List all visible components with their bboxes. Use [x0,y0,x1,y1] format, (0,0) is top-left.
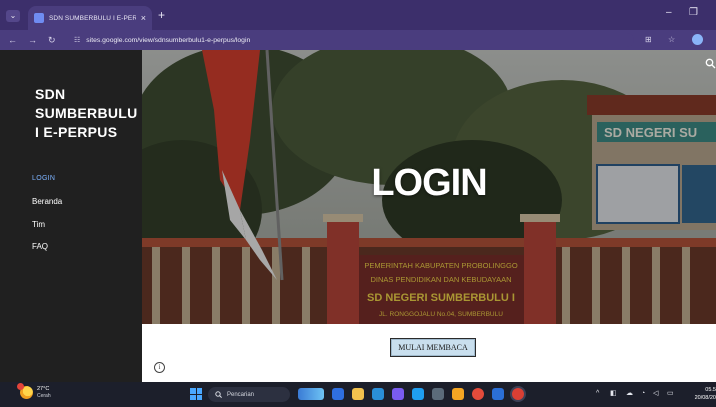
site-settings-icon[interactable]: ☷ [74,36,80,44]
weather-condition: Cerah [37,393,51,399]
weather-widget[interactable]: 27°C Cerah [17,383,51,399]
sidebar-item-faq[interactable]: FAQ [32,242,48,251]
mail-icon[interactable] [412,388,424,400]
site-name[interactable]: SDN SUMBERBULU I E-PERPUS [35,85,137,142]
translate-icon[interactable]: ⊞ [645,34,652,46]
file-explorer-icon[interactable] [352,388,364,400]
app-icon[interactable] [452,388,464,400]
store-icon[interactable] [392,388,404,400]
restore-icon[interactable]: ❐ [689,8,698,18]
search-icon [215,391,222,398]
sidebar-item-login[interactable]: LOGIN [32,175,55,182]
show-hidden-icons-icon[interactable]: ^ [596,389,599,399]
info-icon[interactable]: i [154,362,165,373]
task-view-icon[interactable] [332,388,344,400]
site-favicon-icon [34,13,44,23]
forward-icon[interactable]: → [28,34,37,46]
battery-icon[interactable]: ▭ [667,389,674,399]
tab-menu-icon[interactable]: ⌄ [6,10,20,22]
sidebar-item-beranda[interactable]: Beranda [32,197,62,206]
hero-banner: SD NEGERI SU PEMERINTAH KABUPATEN PROBOL… [142,50,716,324]
main-content: MULAI MEMBACA i [142,324,716,382]
word-icon[interactable] [492,388,504,400]
sun-icon [17,383,33,399]
notification-badge-icon [17,383,24,390]
taskbar-clock[interactable]: 05.5 20/08/20 [686,386,716,402]
sidebar: SDN SUMBERBULU I E-PERPUS LOGIN Beranda … [0,50,142,382]
edge-icon[interactable] [372,388,384,400]
sidebar-item-tim[interactable]: Tim [32,220,45,229]
calculator-icon[interactable] [432,388,444,400]
cloud-icon[interactable]: ☁ [626,389,633,399]
address-bar: ← → ↻ ☷ sites.google.com/view/sdnsumberb… [0,30,716,50]
minimize-icon[interactable]: – [666,8,672,18]
taskbar-search[interactable]: Pencarian [208,387,290,402]
web-page: SDN SUMBERBULU I E-PERPUS LOGIN Beranda … [0,50,716,382]
search-placeholder: Pencarian [227,391,255,398]
widgets-app-icon[interactable] [298,388,324,400]
page-title: LOGIN [371,162,487,204]
back-icon[interactable]: ← [8,34,17,46]
browser-tab-bar: ⌄ SDN SUMBERBULU I E-PERPUS × + – ❐ [0,0,716,30]
volume-icon[interactable]: ◁ [653,389,658,399]
close-tab-icon[interactable]: × [141,13,146,23]
tab-title: SDN SUMBERBULU I E-PERPUS [49,14,136,22]
wifi-icon[interactable]: ◔ [641,389,645,399]
chrome-icon[interactable] [472,388,484,400]
chrome-active-icon[interactable] [512,388,524,400]
new-tab-button[interactable]: + [158,9,165,21]
tray-app-icon[interactable]: ◧ [610,389,617,399]
start-reading-button[interactable]: MULAI MEMBACA [390,338,476,357]
reload-icon[interactable]: ↻ [48,34,56,46]
windows-start-icon[interactable] [190,388,202,400]
clock-time: 05.5 [705,387,716,393]
bookmark-star-icon[interactable]: ☆ [668,34,675,46]
clock-date: 20/08/20 [694,395,716,401]
weather-temperature: 27°C [37,386,50,392]
url-text[interactable]: sites.google.com/view/sdnsumberbulu1-e-p… [86,37,250,44]
taskbar: 27°C Cerah Pencarian ^ ◧ ☁ ◔ ◁ ▭ 05.5 20… [0,382,716,407]
browser-tab[interactable]: SDN SUMBERBULU I E-PERPUS × [28,6,152,30]
url-omnibox[interactable]: ☷ sites.google.com/view/sdnsumberbulu1-e… [74,33,634,47]
search-icon[interactable] [705,58,716,69]
profile-icon[interactable] [692,34,703,45]
